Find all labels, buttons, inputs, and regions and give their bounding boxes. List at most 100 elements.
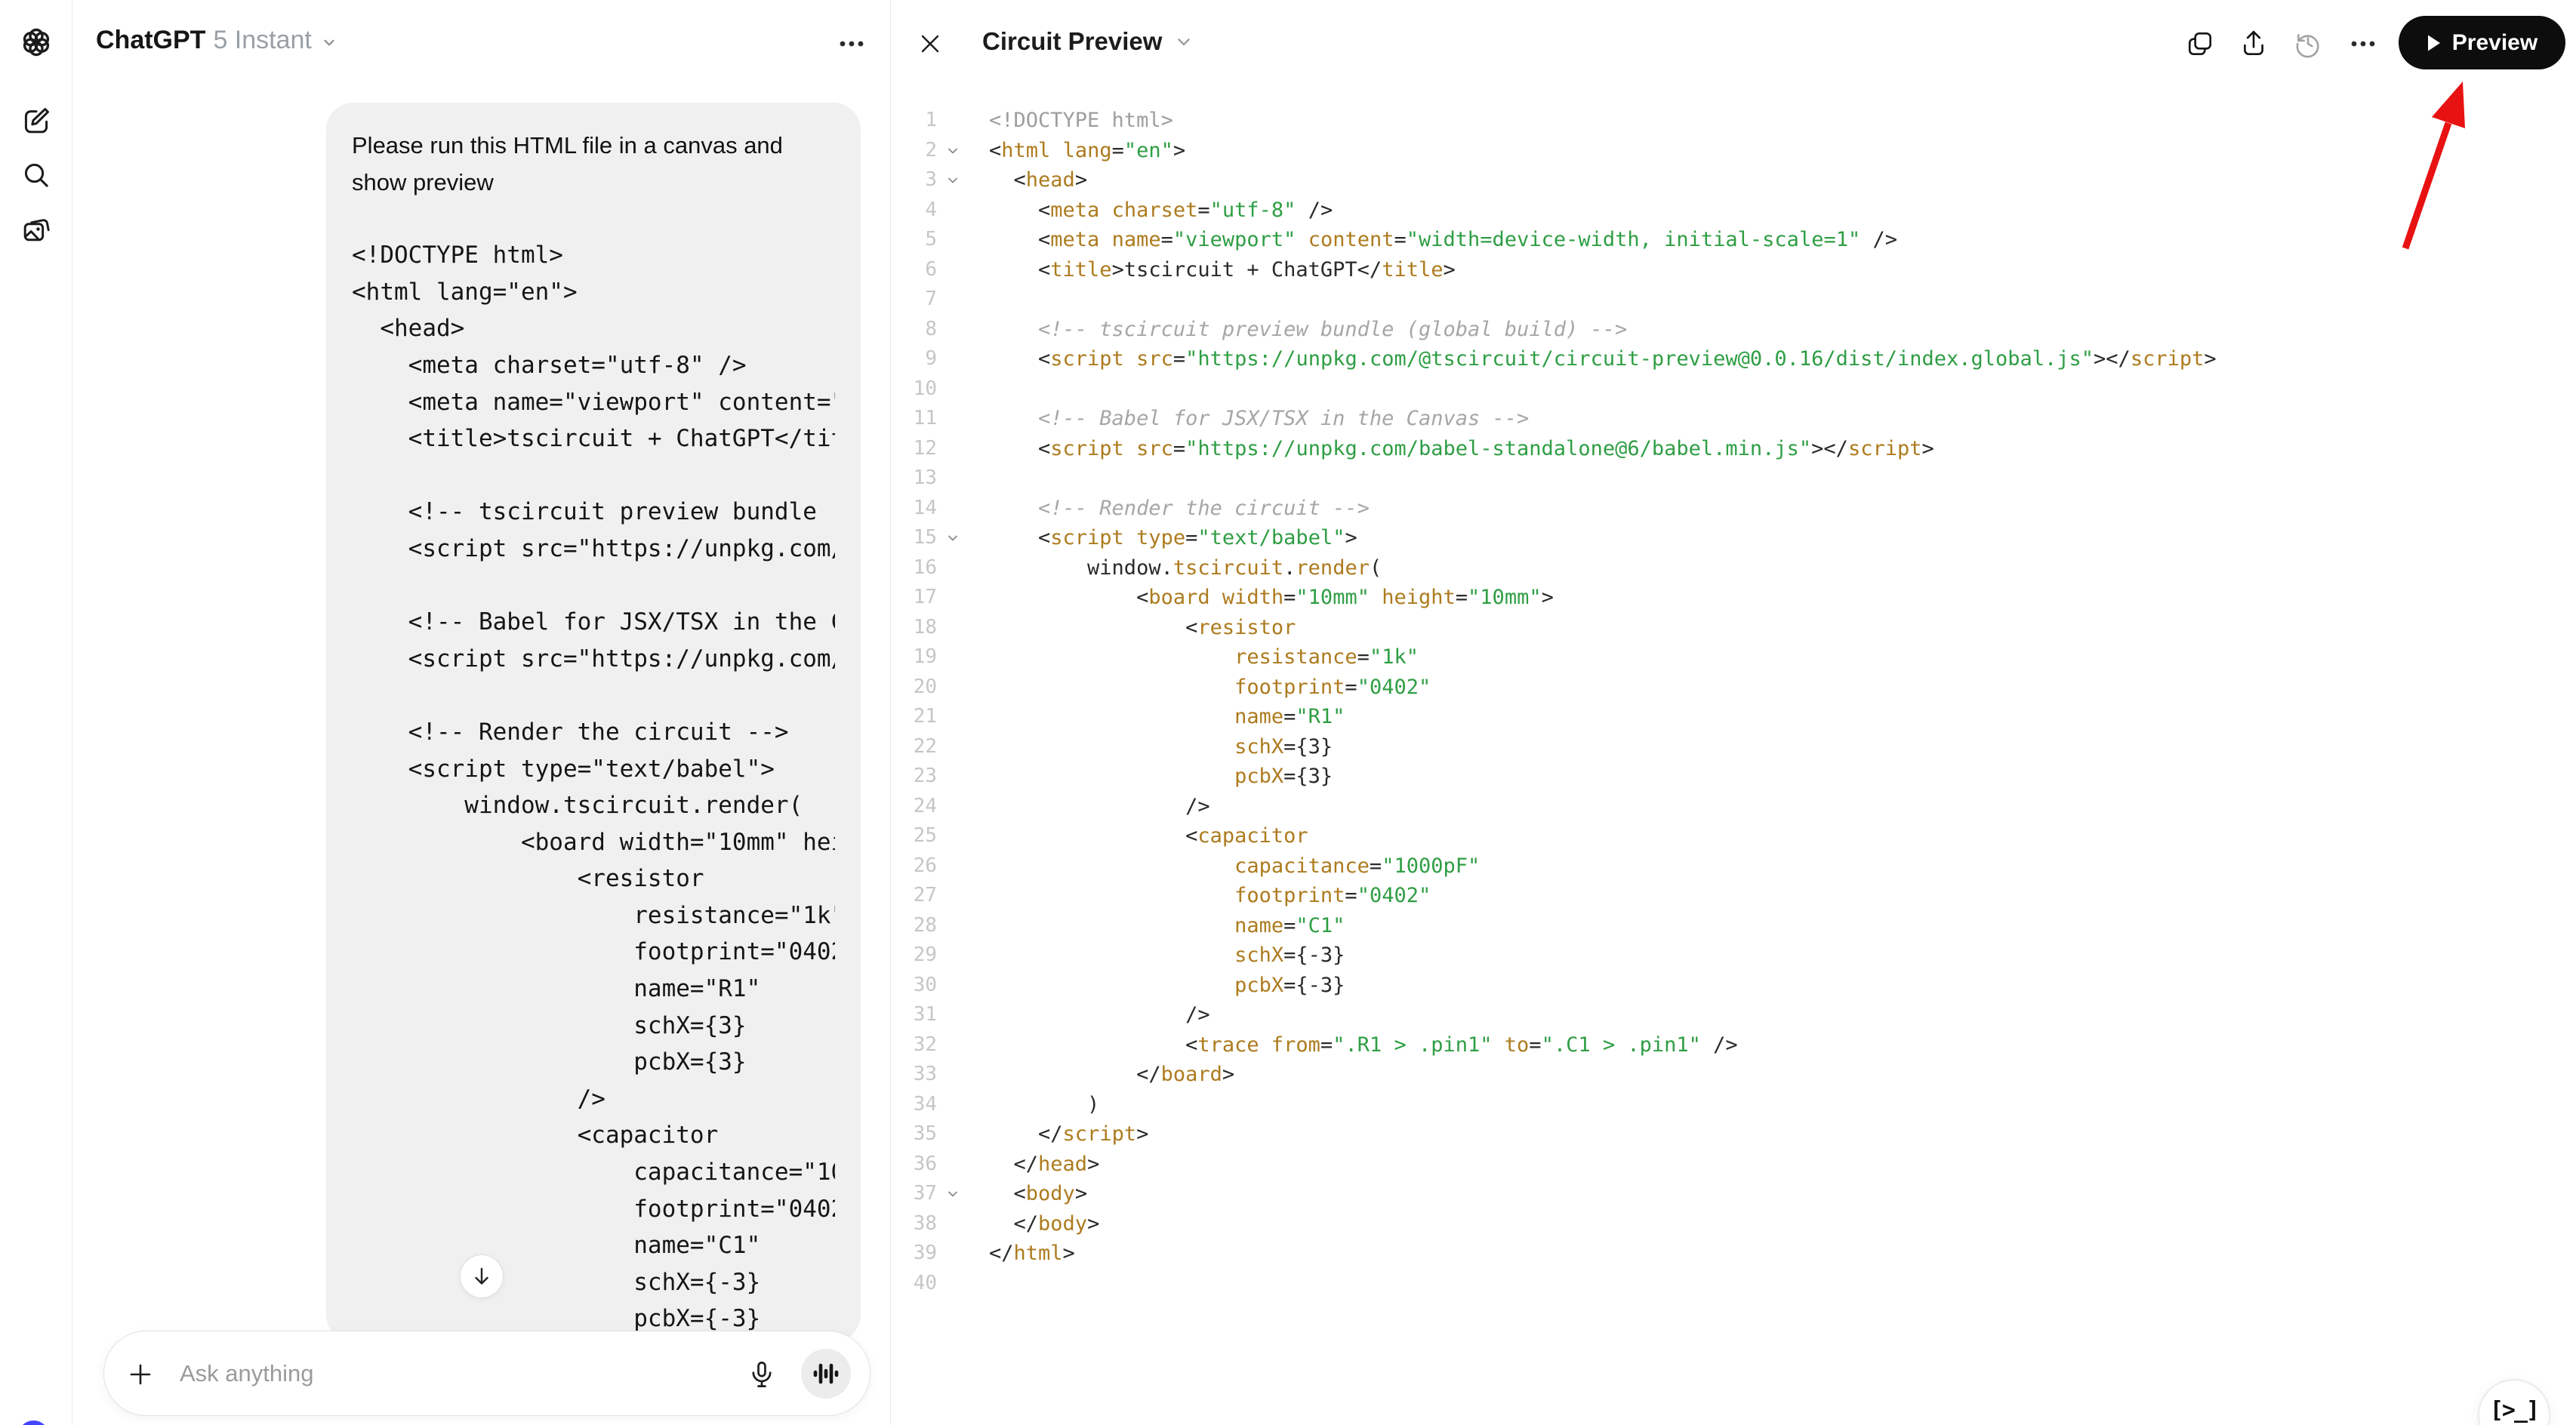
code-line: 5 <meta name="viewport" content="width=d…: [891, 225, 2576, 255]
code-line: 39</html>: [891, 1239, 2576, 1269]
voice-waveform-icon: [812, 1361, 840, 1387]
preview-button-label: Preview: [2452, 30, 2537, 56]
code-text: <head>: [989, 165, 1087, 195]
fold-gutter: [937, 821, 989, 851]
code-text: <!-- tscircuit preview bundle (global bu…: [989, 315, 1627, 345]
fold-gutter: [937, 106, 989, 136]
fold-gutter: [937, 1000, 989, 1030]
line-number: 17: [891, 583, 937, 613]
conversation-menu-icon[interactable]: [827, 27, 876, 60]
voice-mode-button[interactable]: [801, 1349, 851, 1399]
fold-gutter: [937, 1060, 989, 1090]
code-line: 9 <script src="https://unpkg.com/@tscirc…: [891, 344, 2576, 374]
canvas-title-dropdown[interactable]: Circuit Preview: [982, 27, 1194, 56]
line-number: 9: [891, 344, 937, 374]
code-line: 11 <!-- Babel for JSX/TSX in the Canvas …: [891, 404, 2576, 434]
fold-gutter: [937, 583, 989, 613]
play-icon: [2427, 34, 2442, 52]
arrow-down-icon: [470, 1265, 493, 1288]
fold-chevron-icon[interactable]: [937, 165, 989, 195]
code-line: 15 <script type="text/babel">: [891, 523, 2576, 553]
code-text: <meta name="viewport" content="width=dev…: [989, 225, 1897, 255]
code-line: 21 name="R1": [891, 702, 2576, 732]
code-text: schX={-3}: [989, 940, 1345, 971]
code-line: 32 <trace from=".R1 > .pin1" to=".C1 > .…: [891, 1030, 2576, 1060]
line-number: 27: [891, 881, 937, 911]
attach-plus-icon[interactable]: [127, 1361, 154, 1388]
code-line: 35 </script>: [891, 1119, 2576, 1150]
fold-gutter: [937, 225, 989, 255]
scroll-to-bottom-button[interactable]: [460, 1254, 504, 1298]
new-chat-icon[interactable]: [15, 100, 57, 142]
code-line: 17 <board width="10mm" height="10mm">: [891, 583, 2576, 613]
code-editor[interactable]: 1<!DOCTYPE html>2<html lang="en">3 <head…: [891, 106, 2576, 1298]
console-icon: [>_]: [2490, 1397, 2538, 1423]
user-avatar[interactable]: [18, 1420, 49, 1425]
share-icon[interactable]: [2237, 27, 2270, 60]
model-switcher[interactable]: ChatGPT 5 Instant: [96, 26, 337, 55]
code-line: 13: [891, 463, 2576, 494]
code-text: window.tscircuit.render(: [989, 553, 1382, 583]
message-input[interactable]: [180, 1331, 663, 1415]
code-line: 3 <head>: [891, 165, 2576, 195]
close-icon[interactable]: [914, 27, 947, 60]
code-line: 25 <capacitor: [891, 821, 2576, 851]
canvas-header: Circuit Preview: [891, 0, 2576, 85]
code-line: 12 <script src="https://unpkg.com/babel-…: [891, 434, 2576, 464]
code-text: </board>: [989, 1060, 1234, 1090]
fold-chevron-icon[interactable]: [937, 1179, 989, 1209]
code-text: <title>tscircuit + ChatGPT</title>: [989, 255, 1456, 285]
code-line: 20 footprint="0402": [891, 672, 2576, 703]
code-line: 18 <resistor: [891, 613, 2576, 643]
fold-gutter: [937, 762, 989, 792]
code-text: name="C1": [989, 911, 1345, 941]
line-number: 14: [891, 494, 937, 524]
fold-gutter: [937, 1090, 989, 1120]
line-number: 29: [891, 940, 937, 971]
preview-button[interactable]: Preview: [2399, 16, 2565, 69]
code-text: <!-- Babel for JSX/TSX in the Canvas -->: [989, 404, 1529, 434]
fold-gutter: [937, 494, 989, 524]
code-text: </html>: [989, 1239, 1075, 1269]
code-text: />: [989, 1000, 1210, 1030]
code-line: 37 <body>: [891, 1179, 2576, 1209]
fold-gutter: [937, 613, 989, 643]
code-line: 8 <!-- tscircuit preview bundle (global …: [891, 315, 2576, 345]
line-number: 2: [891, 136, 937, 166]
code-text: resistance="1k": [989, 642, 1419, 672]
fold-gutter: [937, 1030, 989, 1060]
code-text: </body>: [989, 1209, 1099, 1239]
fold-gutter: [937, 1119, 989, 1150]
line-number: 6: [891, 255, 937, 285]
line-number: 28: [891, 911, 937, 941]
openai-logo[interactable]: [15, 21, 57, 63]
canvas-title: Circuit Preview: [982, 27, 1162, 56]
code-text: ): [989, 1090, 1099, 1120]
fold-chevron-icon[interactable]: [937, 523, 989, 553]
line-number: 35: [891, 1119, 937, 1150]
line-number: 11: [891, 404, 937, 434]
fold-gutter: [937, 881, 989, 911]
user-message-text: Please run this HTML file in a canvas an…: [352, 128, 835, 201]
line-number: 10: [891, 374, 937, 405]
code-line: 38 </body>: [891, 1209, 2576, 1239]
code-text: </script>: [989, 1119, 1148, 1150]
code-text: />: [989, 792, 1210, 822]
code-text: capacitance="1000pF": [989, 851, 1480, 882]
canvas-menu-icon[interactable]: [2346, 27, 2380, 60]
history-icon[interactable]: [2291, 27, 2325, 60]
search-icon[interactable]: [15, 154, 57, 196]
fold-gutter: [937, 195, 989, 226]
app-window: ChatGPT 5 Instant Please run this HTML f…: [0, 0, 2576, 1425]
code-line: 27 footprint="0402": [891, 881, 2576, 911]
code-line: 28 name="C1": [891, 911, 2576, 941]
mic-icon[interactable]: [747, 1360, 776, 1389]
fold-chevron-icon[interactable]: [937, 136, 989, 166]
code-line: 22 schX={3}: [891, 732, 2576, 762]
code-line: 34 ): [891, 1090, 2576, 1120]
library-icon[interactable]: [15, 210, 57, 252]
fold-gutter: [937, 732, 989, 762]
copy-icon[interactable]: [2183, 27, 2217, 60]
fold-gutter: [937, 792, 989, 822]
code-line: 19 resistance="1k": [891, 642, 2576, 672]
